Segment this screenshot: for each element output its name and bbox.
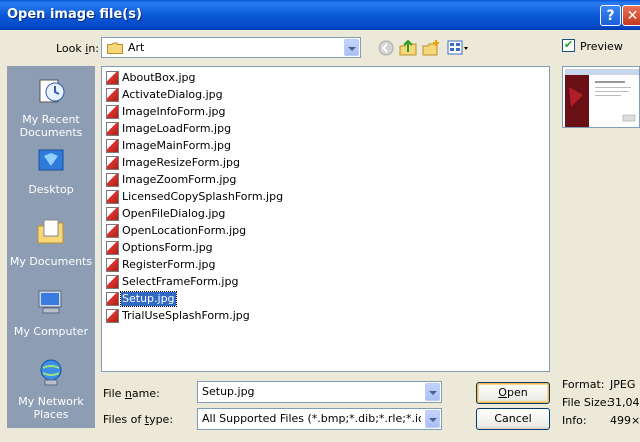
place-label: My Computer <box>13 325 89 338</box>
place-network[interactable]: My Network Places <box>7 356 95 421</box>
preview-checkbox[interactable] <box>562 38 575 52</box>
network-places-icon <box>40 359 62 386</box>
help-icon: ? <box>606 8 615 24</box>
file-name: ActivateDialog.jpg <box>122 88 223 101</box>
window-title: Open image file(s) <box>7 7 142 22</box>
back-icon[interactable] <box>376 38 396 58</box>
file-name: OpenFileDialog.jpg <box>122 207 226 220</box>
jpg-file-icon <box>106 190 119 204</box>
file-name: RegisterForm.jpg <box>122 258 216 271</box>
jpg-file-icon <box>106 88 119 102</box>
my-computer-icon <box>38 290 62 314</box>
jpg-file-icon <box>106 71 119 85</box>
file-name-value: Setup.jpg <box>202 385 255 398</box>
file-size-value: 31,040 <box>608 396 640 409</box>
place-label: My Network Places <box>18 395 84 421</box>
help-button[interactable]: ? <box>600 5 621 26</box>
jpg-file-icon <box>106 241 119 255</box>
file-list[interactable]: AboutBox.jpg ActivateDialog.jpg ImageInfoF… <box>101 66 550 372</box>
cancel-button[interactable]: Cancel <box>476 408 550 430</box>
file-size-label: File Size: <box>562 396 611 409</box>
file-name: ImageInfoForm.jpg <box>122 105 226 118</box>
place-label: My Documents <box>9 255 93 268</box>
file-name: ImageZoomForm.jpg <box>122 173 237 186</box>
preview-label: Preview <box>580 40 623 53</box>
chevron-down-icon[interactable] <box>425 383 440 401</box>
place-desktop[interactable]: Desktop <box>7 144 95 196</box>
file-name: TrialUseSplashForm.jpg <box>122 309 250 322</box>
format-value: JPEG <box>610 378 636 391</box>
jpg-file-icon <box>106 173 119 187</box>
file-name: AboutBox.jpg <box>122 71 196 84</box>
file-name: ImageMainForm.jpg <box>122 139 231 152</box>
info-label: Info: <box>562 414 587 427</box>
place-my-computer[interactable]: My Computer <box>7 286 95 338</box>
folder-icon <box>107 42 123 54</box>
views-menu-icon[interactable] <box>446 38 470 58</box>
jpg-file-icon <box>106 139 119 153</box>
places-bar: My Recent Documents Desktop My Documents… <box>7 66 95 428</box>
file-name: Setup.jpg <box>120 291 177 307</box>
info-value: 499×3 <box>610 414 640 427</box>
place-label: My Recent Documents <box>19 113 83 139</box>
recent-documents-icon <box>39 79 65 103</box>
file-name: OpenLocationForm.jpg <box>122 224 247 237</box>
jpg-file-icon <box>106 292 119 306</box>
file-name: LicensedCopySplashForm.jpg <box>122 190 284 203</box>
jpg-file-icon <box>106 122 119 136</box>
my-documents-icon <box>37 219 64 244</box>
file-name: ImageResizeForm.jpg <box>122 156 240 169</box>
file-type-dropdown[interactable]: All Supported Files (*.bmp;*.dib;*.rle;*… <box>197 408 442 430</box>
jpg-file-icon <box>106 309 119 323</box>
up-folder-icon[interactable] <box>398 38 418 58</box>
close-icon: ✕ <box>626 8 639 24</box>
file-name: OptionsForm.jpg <box>122 241 213 254</box>
place-label: Desktop <box>28 183 74 196</box>
new-folder-icon[interactable] <box>421 38 441 58</box>
chevron-down-icon[interactable] <box>344 39 359 56</box>
look-in-dropdown[interactable]: Art <box>101 37 361 58</box>
open-button[interactable]: Open <box>476 382 550 404</box>
place-my-documents[interactable]: My Documents <box>7 216 95 268</box>
format-label: Format: <box>562 378 605 391</box>
file-type-label: Files of type: <box>103 413 174 426</box>
close-button[interactable]: ✕ <box>622 5 640 26</box>
jpg-file-icon <box>106 224 119 238</box>
jpg-file-icon <box>106 105 119 119</box>
title-bar[interactable]: Open image file(s) ? ✕ <box>0 0 640 30</box>
jpg-file-icon <box>106 156 119 170</box>
desktop-icon <box>38 149 64 171</box>
file-name: SelectFrameForm.jpg <box>122 275 239 288</box>
jpg-file-icon <box>106 207 119 221</box>
file-name-input[interactable]: Setup.jpg <box>197 381 442 403</box>
preview-image <box>562 66 640 128</box>
open-file-dialog: Open image file(s) ? ✕ Look in: Art Prev… <box>0 0 640 442</box>
jpg-file-icon <box>106 275 119 289</box>
place-recent-documents[interactable]: My Recent Documents <box>7 74 95 139</box>
chevron-down-icon[interactable] <box>425 410 440 428</box>
file-type-value: All Supported Files (*.bmp;*.dib;*.rle;*… <box>202 412 421 425</box>
jpg-file-icon <box>106 258 119 272</box>
file-name-label: File name: <box>103 387 160 400</box>
look-in-label: Look in: <box>56 42 100 55</box>
file-name: ImageLoadForm.jpg <box>122 122 232 135</box>
look-in-value: Art <box>128 41 145 54</box>
